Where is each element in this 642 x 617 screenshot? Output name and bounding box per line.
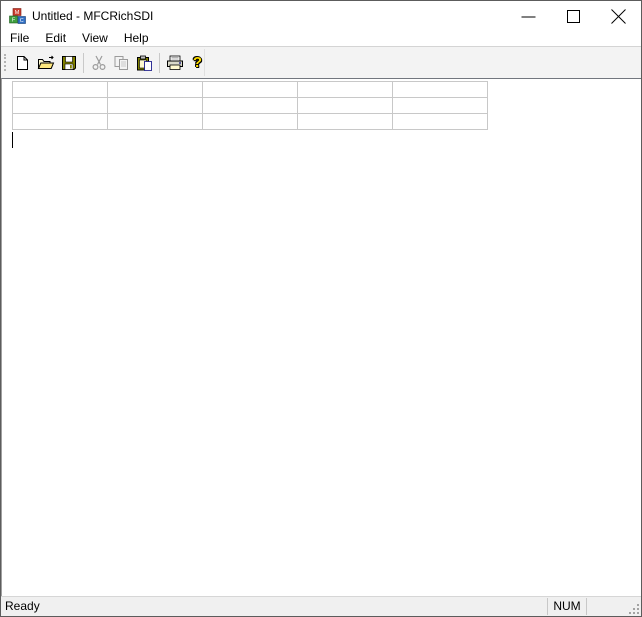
paste-clipboard-icon	[137, 55, 152, 71]
table-cell[interactable]	[12, 113, 108, 130]
copy-pages-icon	[114, 55, 128, 70]
menu-file[interactable]: File	[2, 31, 37, 46]
table-cell[interactable]	[202, 113, 298, 130]
help-button[interactable]: ?	[186, 52, 209, 74]
menu-bar: File Edit View Help	[1, 31, 641, 47]
menu-edit[interactable]: Edit	[37, 31, 74, 46]
table-cell[interactable]	[297, 97, 393, 114]
toolbar-edge	[204, 49, 205, 76]
table-row	[12, 113, 488, 130]
svg-text:M: M	[15, 10, 20, 16]
copy-button	[110, 52, 133, 74]
table-cell[interactable]	[392, 97, 488, 114]
maximize-button[interactable]	[551, 1, 596, 31]
paste-button[interactable]	[133, 52, 156, 74]
toolbar-gripper[interactable]	[4, 54, 6, 71]
rich-table	[12, 81, 488, 130]
open-button[interactable]	[34, 52, 57, 74]
close-icon	[611, 8, 626, 24]
table-cell[interactable]	[107, 81, 203, 98]
status-message: Ready	[5, 599, 40, 613]
table-cell[interactable]	[107, 113, 203, 130]
minimize-button[interactable]	[506, 1, 551, 31]
save-button[interactable]	[57, 52, 80, 74]
app-window: M F C Untitled - MFCRichSDI File Edit Vi…	[0, 0, 642, 617]
mfc-cubes-icon: M F C	[9, 8, 26, 24]
table-cell[interactable]	[297, 81, 393, 98]
table-cell[interactable]	[202, 81, 298, 98]
minimize-icon	[521, 16, 536, 17]
maximize-icon	[567, 9, 580, 23]
table-cell[interactable]	[392, 113, 488, 130]
status-bar: Ready NUM	[1, 596, 641, 616]
save-floppy-icon	[61, 55, 76, 70]
help-question-icon: ?	[192, 53, 203, 71]
menu-view[interactable]: View	[74, 31, 116, 46]
menu-help[interactable]: Help	[116, 31, 157, 46]
rich-edit-view[interactable]	[1, 78, 641, 596]
print-button[interactable]	[163, 52, 186, 74]
new-button[interactable]	[11, 52, 34, 74]
cut-button	[87, 52, 110, 74]
new-document-icon	[17, 55, 28, 70]
table-row	[12, 97, 488, 114]
table-row	[12, 81, 488, 98]
toolbar: ?	[1, 47, 641, 78]
toolbar-separator	[159, 52, 160, 73]
title-bar: M F C Untitled - MFCRichSDI	[1, 1, 641, 31]
print-printer-icon	[166, 55, 183, 70]
caption-buttons	[506, 1, 641, 31]
table-cell[interactable]	[107, 97, 203, 114]
cut-scissors-icon	[91, 55, 106, 70]
table-cell[interactable]	[297, 113, 393, 130]
resize-grip-icon[interactable]	[628, 603, 639, 614]
close-button[interactable]	[596, 1, 641, 31]
table-cell[interactable]	[392, 81, 488, 98]
table-cell[interactable]	[202, 97, 298, 114]
num-lock-indicator: NUM	[547, 598, 587, 615]
table-cell[interactable]	[12, 81, 108, 98]
svg-text:C: C	[20, 18, 24, 24]
text-caret	[12, 132, 13, 148]
table-cell[interactable]	[12, 97, 108, 114]
toolbar-separator	[83, 52, 84, 73]
window-title: Untitled - MFCRichSDI	[32, 9, 154, 23]
open-folder-icon	[37, 55, 54, 69]
